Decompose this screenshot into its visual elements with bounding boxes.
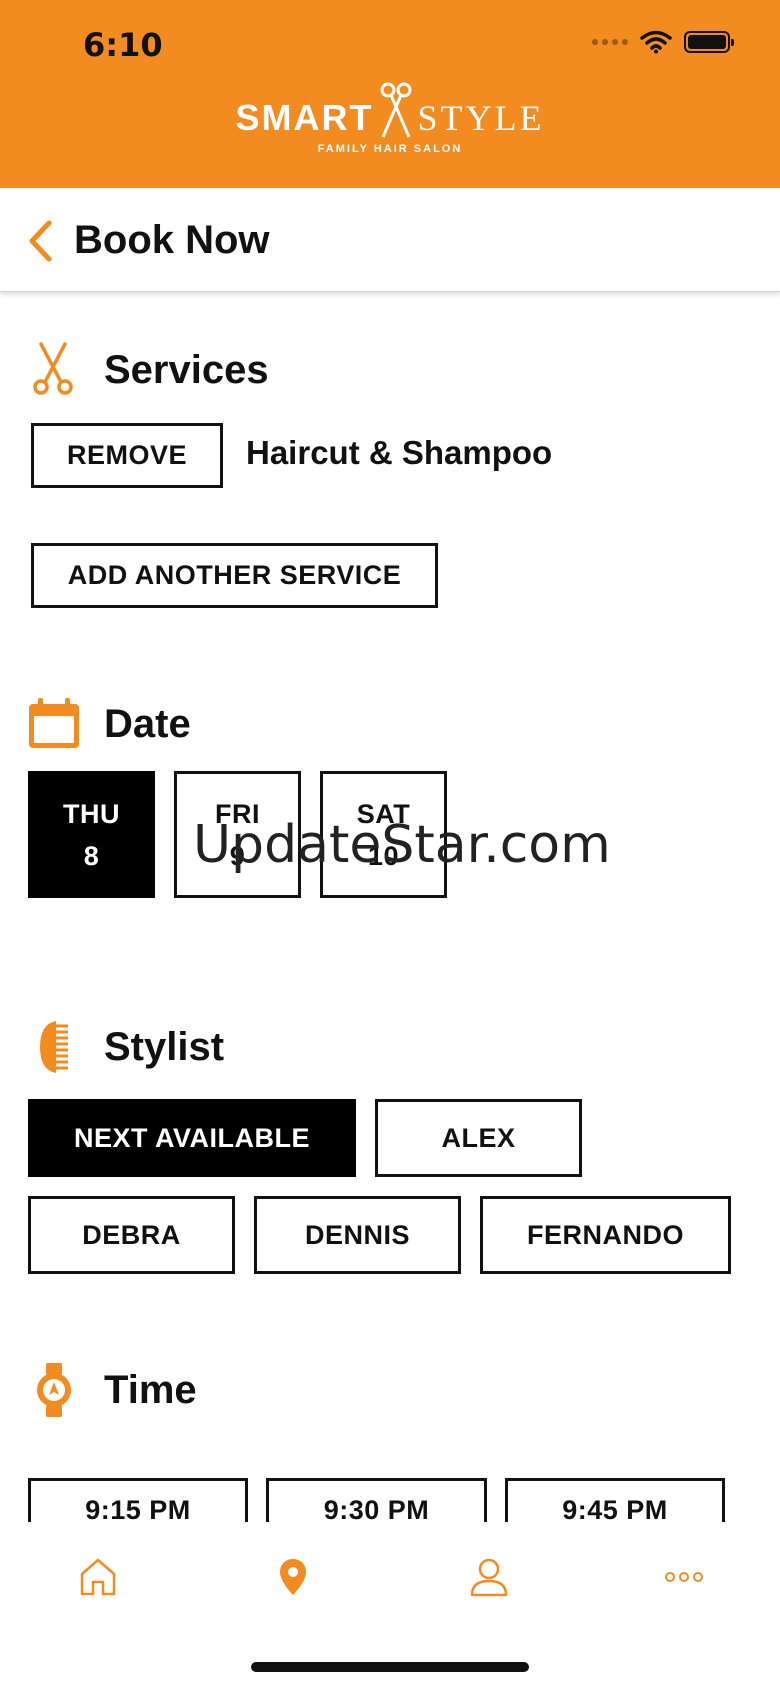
services-title: Services	[104, 347, 269, 392]
time-slot-option[interactable]: 9:45 PM	[505, 1478, 725, 1522]
brand-logo: SMART STYLE FAMILY HAIR SALON	[0, 82, 780, 155]
date-number-label: 10	[367, 840, 400, 871]
wifi-icon	[640, 30, 672, 54]
date-option-fri[interactable]: FRI 9	[174, 771, 301, 898]
time-slot-option[interactable]: 9:30 PM	[266, 1478, 487, 1522]
stylist-option-alex[interactable]: ALEX	[375, 1099, 582, 1177]
scissors-logo-icon	[380, 82, 411, 138]
date-number-label: 9	[229, 840, 246, 871]
status-time: 6:10	[83, 26, 163, 64]
home-icon	[80, 1558, 116, 1596]
chevron-left-icon	[29, 220, 52, 262]
watch-icon	[24, 1360, 84, 1420]
time-slot-row: 9:15 PM 9:30 PM 9:45 PM	[0, 1470, 780, 1522]
date-title: Date	[104, 701, 191, 746]
time-title: Time	[104, 1367, 197, 1412]
brand-name-right: STYLE	[417, 98, 545, 138]
brand-tagline: FAMILY HAIR SALON	[317, 143, 463, 155]
battery-icon	[684, 31, 734, 53]
navigation-bar: Book Now	[0, 188, 780, 292]
more-icon	[665, 1572, 703, 1582]
stylist-option-next-available[interactable]: NEXT AVAILABLE	[28, 1099, 356, 1177]
stylist-title: Stylist	[104, 1024, 225, 1069]
date-day-label: THU	[63, 798, 120, 829]
time-slot-option[interactable]: 9:15 PM	[28, 1478, 248, 1522]
comb-icon	[24, 1017, 84, 1077]
date-header: Date	[0, 694, 191, 754]
date-number-label: 8	[83, 840, 100, 871]
tab-more[interactable]	[654, 1552, 714, 1602]
profile-icon	[470, 1558, 508, 1597]
services-header: Services	[0, 340, 269, 400]
remove-service-button[interactable]: REMOVE	[31, 423, 223, 488]
stylist-option-fernando[interactable]: FERNANDO	[480, 1196, 731, 1274]
selected-service-name: Haircut & Shampoo	[246, 434, 553, 471]
status-icons	[592, 30, 734, 54]
date-option-sat[interactable]: SAT 10	[320, 771, 447, 898]
scissors-icon	[24, 340, 84, 400]
add-another-service-button[interactable]: ADD ANOTHER SERVICE	[31, 543, 438, 608]
date-day-label: FRI	[215, 798, 260, 829]
location-pin-icon	[280, 1559, 306, 1595]
date-option-thu[interactable]: THU 8	[28, 771, 155, 898]
tab-home[interactable]	[68, 1552, 128, 1602]
cellular-signal-icon	[592, 39, 628, 45]
tab-profile[interactable]	[459, 1552, 519, 1602]
brand-name-left: SMART	[235, 97, 374, 138]
calendar-icon	[24, 694, 84, 754]
app-header: 6:10 SMART STYLE FAMILY HAIR SALON	[0, 0, 780, 188]
back-button[interactable]	[20, 218, 60, 264]
time-header: Time	[0, 1360, 197, 1420]
stylist-header: Stylist	[0, 1017, 224, 1077]
page-title: Book Now	[74, 218, 270, 262]
home-indicator[interactable]	[251, 1662, 529, 1672]
date-day-label: SAT	[356, 798, 411, 829]
stylist-option-debra[interactable]: DEBRA	[28, 1196, 235, 1274]
stylist-option-dennis[interactable]: DENNIS	[254, 1196, 461, 1274]
tab-locations[interactable]	[263, 1552, 323, 1602]
